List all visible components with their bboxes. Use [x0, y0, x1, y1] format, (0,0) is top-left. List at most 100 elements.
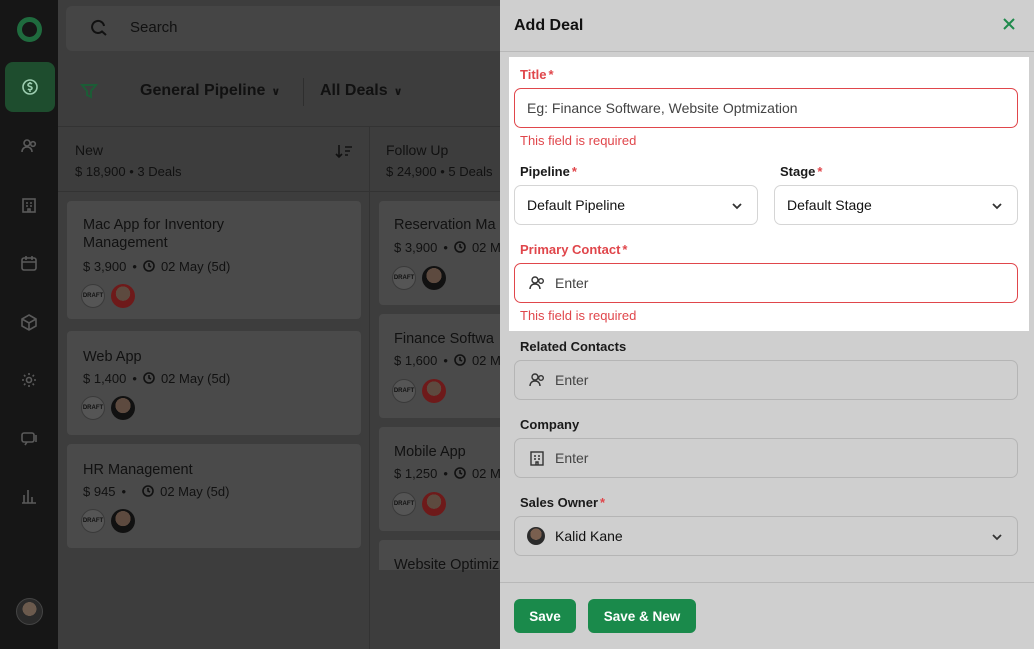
deals-filter-select[interactable]: All Deals ∨ [320, 82, 403, 100]
title-placeholder: Eg: Finance Software, Website Optmizatio… [527, 100, 798, 116]
clock-icon [454, 353, 466, 368]
left-rail [0, 0, 58, 649]
chevron-down-icon [991, 199, 1003, 211]
deal-avatars: DRAFT [81, 284, 135, 308]
column-header-new: New $ 18,900 • 3 Deals [58, 126, 369, 192]
deal-date: 02 M [471, 240, 501, 255]
avatar [111, 396, 135, 420]
column-divider [369, 126, 370, 649]
deal-title: Web App [83, 349, 142, 365]
deal-amount: $ 1,400 [83, 371, 127, 386]
deal-title: Mac App for Inventory Management [83, 217, 225, 251]
deals-filter-label: All Deals [320, 82, 388, 99]
sales-owner-value: Kalid Kane [555, 528, 623, 544]
related-contacts-input[interactable]: Enter [514, 360, 1018, 400]
company-input[interactable]: Enter [514, 438, 1018, 478]
deals-nav-icon[interactable] [5, 62, 55, 112]
filter-funnel-icon[interactable] [79, 82, 99, 100]
reports-nav-icon[interactable] [0, 472, 58, 520]
sort-icon[interactable] [335, 143, 353, 159]
column-title: New [75, 142, 104, 158]
company-label: Company [520, 417, 580, 432]
title-error: This field is required [520, 133, 637, 148]
draft-badge: DRAFT [81, 284, 105, 308]
building-icon [527, 448, 547, 468]
clock-icon [142, 484, 154, 499]
deal-title: Reservation Ma [394, 217, 496, 233]
pipeline-select[interactable]: General Pipeline ∨ [140, 82, 280, 100]
title-input[interactable]: Eg: Finance Software, Website Optmizatio… [514, 88, 1018, 128]
column-summary: $ 18,900 • 3 Deals [75, 164, 182, 179]
avatar [422, 379, 446, 403]
deal-card[interactable]: HR Management $ 945 • 02 May (5d) DRAFT [67, 444, 361, 548]
save-button[interactable]: Save [514, 599, 576, 633]
deal-card[interactable]: Reservation Ma $ 3,900 • 02 M DRAFT [379, 201, 509, 305]
deal-date: 02 M [471, 353, 501, 368]
company-placeholder: Enter [555, 450, 589, 466]
close-icon[interactable] [1002, 17, 1016, 31]
primary-contact-error: This field is required [520, 308, 637, 323]
avatar [111, 509, 135, 533]
chat-nav-icon[interactable] [0, 414, 58, 462]
pipeline-value: Default Pipeline [527, 197, 626, 213]
chevron-down-icon [991, 530, 1003, 542]
deal-amount: $ 3,900 [83, 259, 127, 274]
stage-label: Stage * [780, 164, 823, 179]
deal-title: Mobile App [394, 444, 466, 460]
deal-meta: $ 1,400 • 02 May (5d) [83, 371, 231, 386]
deal-card[interactable]: Mobile App $ 1,250 • 02 M DRAFT [379, 427, 509, 531]
deal-avatars: DRAFT [81, 509, 135, 533]
deal-meta: $ 1,600 • 02 M [394, 353, 501, 368]
contacts-icon [527, 273, 547, 293]
deal-date: 02 May (5d) [160, 484, 230, 499]
stage-dropdown[interactable]: Default Stage [774, 185, 1018, 225]
settings-nav-icon[interactable] [0, 356, 58, 404]
deal-card[interactable]: Website Optimiz [379, 540, 509, 573]
deal-avatars: DRAFT [81, 396, 135, 420]
save-and-new-button[interactable]: Save & New [588, 599, 696, 633]
sales-owner-dropdown[interactable]: Kalid Kane [514, 516, 1018, 556]
deal-avatars: DRAFT [392, 266, 446, 290]
deal-avatars: DRAFT [392, 492, 446, 516]
companies-nav-icon[interactable] [0, 181, 58, 229]
deal-amount: $ 3,900 [394, 240, 438, 255]
search-bar[interactable]: Search [66, 6, 516, 51]
clock-icon [454, 466, 466, 481]
column-title: Follow Up [386, 142, 449, 158]
deal-card[interactable]: Web App $ 1,400 • 02 May (5d) DRAFT [67, 331, 361, 435]
pipeline-toolbar: General Pipeline ∨ All Deals ∨ [58, 62, 508, 122]
calendar-nav-icon[interactable] [0, 239, 58, 287]
deal-meta: $ 3,900 • 02 May (5d) [83, 259, 231, 274]
clock-icon [143, 371, 155, 386]
draft-badge: DRAFT [392, 266, 416, 290]
user-avatar[interactable] [16, 598, 43, 625]
pipeline-label: Pipeline * [520, 164, 577, 179]
drawer-header: Add Deal [500, 0, 1034, 52]
search-icon [90, 19, 108, 37]
avatar [527, 527, 545, 545]
contacts-nav-icon[interactable] [0, 122, 58, 170]
clock-icon [454, 240, 466, 255]
search-placeholder: Search [130, 19, 178, 36]
chevron-down-icon [731, 199, 743, 211]
deal-meta: $ 1,250 • 02 M [394, 466, 501, 481]
related-contacts-label: Related Contacts [520, 339, 627, 354]
deal-amount: $ 945 [83, 484, 116, 499]
products-nav-icon[interactable] [0, 298, 58, 346]
pipeline-select-label: General Pipeline [140, 82, 266, 99]
toolbar-divider [303, 78, 304, 106]
deal-card[interactable]: Mac App for Inventory Management $ 3,900… [67, 201, 361, 319]
deal-meta: $ 3,900 • 02 M [394, 240, 501, 255]
deal-amount: $ 1,600 [394, 353, 438, 368]
deal-title: Website Optimiz [394, 557, 500, 573]
avatar [111, 284, 135, 308]
related-contacts-placeholder: Enter [555, 372, 589, 388]
column-header-follow-up: Follow Up $ 24,900 • 5 Deals [370, 126, 500, 192]
draft-badge: DRAFT [81, 509, 105, 533]
primary-contact-input[interactable]: Enter [514, 263, 1018, 303]
drawer-footer: Save Save & New [500, 582, 1034, 649]
chevron-down-icon: ∨ [271, 85, 281, 98]
avatar [422, 492, 446, 516]
pipeline-dropdown[interactable]: Default Pipeline [514, 185, 758, 225]
deal-card[interactable]: Finance Softwa $ 1,600 • 02 M DRAFT [379, 314, 509, 418]
